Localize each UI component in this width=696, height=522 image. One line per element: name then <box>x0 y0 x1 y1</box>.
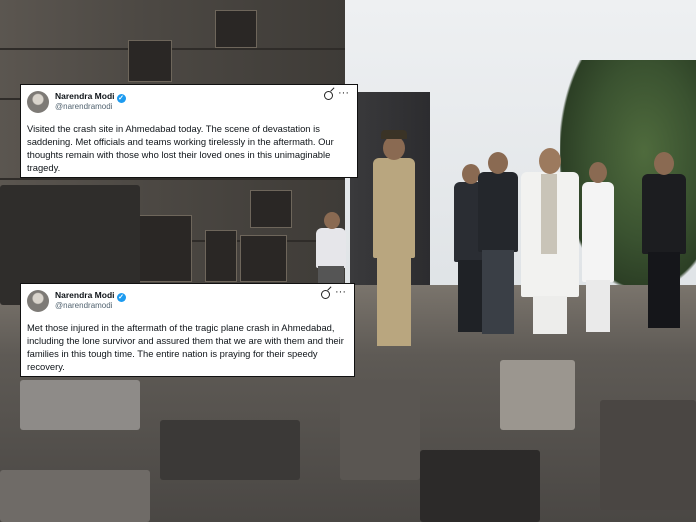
tweet-card[interactable]: Narendra Modi ✓ @narendramodi ··· Met tho… <box>20 283 355 377</box>
debris-piece <box>340 380 420 480</box>
concrete-block <box>500 360 575 430</box>
author-name[interactable]: Narendra Modi <box>55 91 115 101</box>
author-name[interactable]: Narendra Modi <box>55 290 115 300</box>
tweet-header: Narendra Modi ✓ @narendramodi ··· <box>27 287 348 316</box>
author-handle[interactable]: @narendramodi <box>55 102 112 111</box>
avatar[interactable] <box>27 290 49 312</box>
tweet-text: Met those injured in the aftermath of th… <box>27 322 344 372</box>
grok-icon[interactable] <box>324 91 333 100</box>
more-options-icon[interactable]: ··· <box>338 88 349 99</box>
debris-piece <box>420 450 540 522</box>
more-options-icon[interactable]: ··· <box>335 287 346 298</box>
debris-piece <box>160 420 300 480</box>
tweet-text: Visited the crash site in Ahmedabad toda… <box>27 123 334 173</box>
security-person-black <box>636 150 696 330</box>
debris-piece <box>0 470 150 522</box>
author-handle[interactable]: @narendramodi <box>55 301 112 310</box>
police-officer <box>365 130 425 350</box>
verified-badge-icon: ✓ <box>116 293 126 302</box>
tweet-card[interactable]: Narendra Modi ✓ @narendramodi ··· Visited… <box>20 84 358 178</box>
person-in-white <box>578 160 618 335</box>
avatar[interactable] <box>27 91 49 113</box>
verified-badge-icon: ✓ <box>116 94 126 103</box>
tweet-header: Narendra Modi ✓ @narendramodi ··· <box>27 88 351 117</box>
debris-piece <box>600 400 696 510</box>
leader-in-white <box>515 146 585 336</box>
debris-piece <box>20 380 140 430</box>
grok-icon[interactable] <box>321 290 330 299</box>
background-photo <box>0 0 696 522</box>
